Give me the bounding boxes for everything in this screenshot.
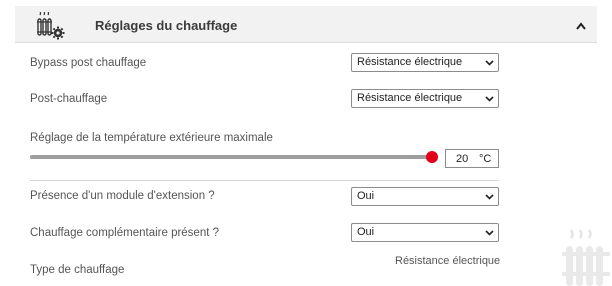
- post-heating-select[interactable]: Résistance électrique: [351, 89, 499, 108]
- complementary-heating-label: Chauffage complémentaire présent ?: [30, 227, 220, 239]
- bypass-label: Bypass post chauffage: [30, 57, 147, 69]
- collapse-button[interactable]: [571, 16, 591, 34]
- section-title: Réglages du chauffage: [95, 18, 238, 33]
- max-outdoor-temp-input[interactable]: 20 °C: [445, 149, 499, 168]
- heating-type-value: Résistance électrique: [395, 255, 501, 267]
- chevron-up-icon: [576, 22, 586, 30]
- slider-thumb[interactable]: [426, 151, 438, 163]
- max-outdoor-temp-slider[interactable]: [30, 151, 438, 163]
- chevron-down-icon: [485, 60, 494, 66]
- heating-type-label: Type de chauffage: [30, 264, 125, 276]
- post-heating-select-value: Résistance électrique: [357, 92, 463, 104]
- bypass-select[interactable]: Résistance électrique: [351, 53, 499, 72]
- chevron-down-icon: [485, 96, 494, 102]
- bypass-select-value: Résistance électrique: [357, 56, 463, 68]
- complementary-heating-select[interactable]: Oui: [351, 223, 499, 242]
- chevron-down-icon: [485, 194, 494, 200]
- slider-fill: [30, 155, 432, 159]
- radiator-gear-icon: [37, 12, 65, 40]
- temp-unit: °C: [479, 153, 492, 165]
- extension-module-select-value: Oui: [357, 190, 375, 202]
- radiator-watermark-icon: [562, 229, 610, 286]
- divider: [30, 180, 499, 181]
- temp-value: 20: [456, 153, 469, 165]
- max-outdoor-temp-label: Réglage de la température extérieure max…: [30, 132, 273, 144]
- extension-module-select[interactable]: Oui: [351, 187, 499, 206]
- section-header: Réglages du chauffage: [15, 6, 597, 43]
- post-heating-label: Post-chauffage: [30, 93, 108, 105]
- complementary-heating-select-value: Oui: [357, 226, 375, 238]
- extension-module-label: Présence d'un module d'extension ?: [30, 190, 215, 202]
- chevron-down-icon: [485, 230, 494, 236]
